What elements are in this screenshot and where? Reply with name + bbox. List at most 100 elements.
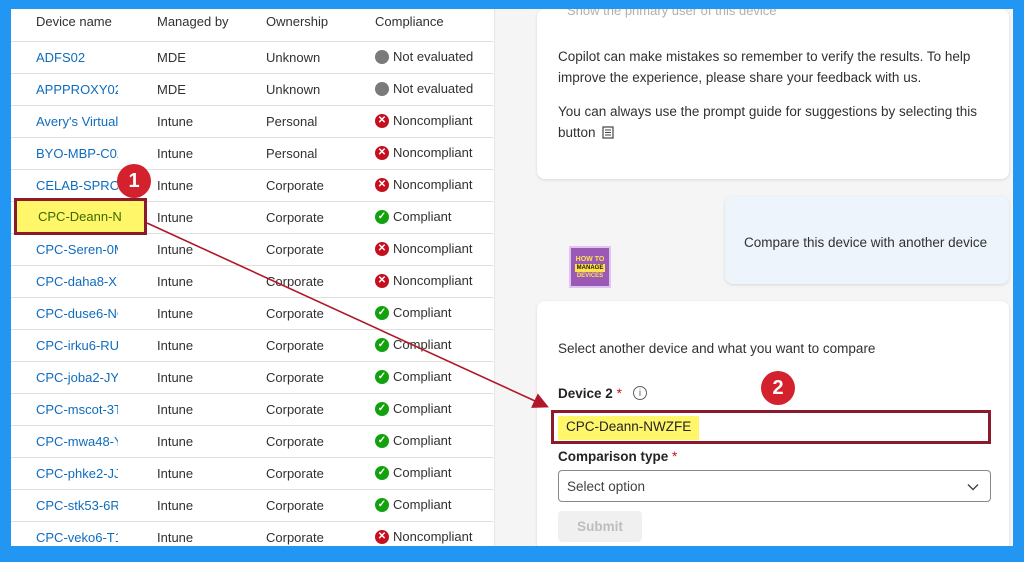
table-row[interactable]: CPC-veko6-T1 Intune Corporate ✕ Noncompliant [11, 521, 493, 546]
table-row[interactable]: CPC-daha8-XL Intune Corporate ✕ Noncompliant [11, 265, 493, 297]
managed-by-cell: Intune [157, 498, 194, 513]
gray-circle-icon [375, 49, 389, 64]
device-2-input[interactable]: CPC-Deann-NWZFE [551, 410, 991, 444]
logo-line-2: MANAGE [574, 263, 606, 272]
managed-by-cell: Intune [157, 146, 194, 161]
green-check-circle-icon: ✓ [375, 433, 389, 448]
device-name-link[interactable]: Avery's Virtual [36, 114, 118, 129]
table-row[interactable]: CPC-phke2-JJ Intune Corporate ✓ Compliant [11, 457, 493, 489]
device-name-link[interactable]: CELAB-SPROX [36, 178, 118, 193]
managed-by-cell: Intune [157, 402, 194, 417]
table-row[interactable]: CPC-mscot-3T Intune Corporate ✓ Compliant [11, 393, 493, 425]
compliance-cell: ✓ Compliant [375, 401, 493, 416]
managed-by-cell: Intune [157, 274, 194, 289]
ownership-cell: Corporate [266, 210, 324, 225]
table-row[interactable]: ADFS02 MDE Unknown Not evaluated [11, 41, 493, 73]
chevron-down-icon [967, 484, 979, 491]
table-row[interactable]: Avery's Virtual Intune Personal ✕ Noncomplia… [11, 105, 493, 137]
managed-by-cell: Intune [157, 114, 194, 129]
ownership-cell: Unknown [266, 50, 321, 65]
compliance-status-text: Compliant [393, 433, 452, 448]
device-name-link[interactable]: ADFS02 [36, 50, 118, 65]
device-name-link[interactable]: BYO-MBP-C02 [36, 146, 118, 161]
compliance-status-text: Noncompliant [393, 241, 473, 256]
ownership-cell: Corporate [266, 402, 324, 417]
compliance-cell: ✓ Compliant [375, 465, 493, 480]
compliance-status-text: Compliant [393, 465, 452, 480]
compliance-status-text: Compliant [393, 369, 452, 384]
compliance-status-text: Noncompliant [393, 529, 473, 544]
compliance-cell: ✕ Noncompliant [375, 177, 493, 192]
table-row[interactable]: BYO-MBP-C02 Intune Personal ✕ Noncompliant [11, 137, 493, 169]
device-name-link[interactable]: CPC-phke2-JJ [36, 466, 118, 481]
compliance-status-text: Not evaluated [393, 81, 474, 96]
compliance-cell: ✕ Noncompliant [375, 241, 493, 256]
device-name-link[interactable]: CPC-duse6-NC [36, 306, 118, 321]
logo-line-1: HOW TO [575, 255, 605, 263]
device-name-link[interactable]: CPC-mscot-3T [36, 402, 118, 417]
table-row[interactable]: CPC-irku6-RU Intune Corporate ✓ Compliant [11, 329, 493, 361]
ownership-cell: Corporate [266, 434, 324, 449]
device-name-link[interactable]: CPC-veko6-T1 [36, 530, 118, 545]
device-name-link[interactable]: CPC-mwa48-Y [36, 434, 118, 449]
compliance-cell: ✕ Noncompliant [375, 113, 493, 128]
table-row[interactable]: CELAB-SPROX Intune Corporate ✕ Noncompliant [11, 169, 493, 201]
compliance-cell: ✓ Compliant [375, 433, 493, 448]
header-device-name[interactable]: Device name [36, 14, 112, 29]
managed-by-cell: Intune [157, 242, 194, 257]
compliance-cell: Not evaluated [375, 49, 493, 64]
comparison-type-label: Comparison type * [558, 449, 677, 464]
table-row[interactable]: CPC-mwa48-Y Intune Corporate ✓ Compliant [11, 425, 493, 457]
compliance-cell: ✕ Noncompliant [375, 145, 493, 160]
table-header: Device name Managed by Ownership Complia… [11, 9, 493, 39]
device-name-link[interactable]: CPC-irku6-RU [36, 338, 118, 353]
compliance-status-text: Compliant [393, 401, 452, 416]
device-list-pane: Device name Managed by Ownership Complia… [11, 9, 493, 546]
red-x-circle-icon: ✕ [375, 177, 389, 192]
copilot-pane: Show the primary user of this device Cop… [494, 9, 1013, 546]
managed-by-cell: Intune [157, 306, 194, 321]
ownership-cell: Corporate [266, 370, 324, 385]
header-managed-by[interactable]: Managed by [157, 14, 229, 29]
table-row[interactable]: APPPROXY02 MDE Unknown Not evaluated [11, 73, 493, 105]
managed-by-cell: Intune [157, 210, 194, 225]
header-ownership[interactable]: Ownership [266, 14, 328, 29]
red-x-circle-icon: ✕ [375, 529, 389, 544]
device-name-link[interactable]: CPC-joba2-JYJ [36, 370, 118, 385]
table-row[interactable]: CPC-duse6-NC Intune Corporate ✓ Compliant [11, 297, 493, 329]
user-prompt-bubble: Compare this device with another device [725, 196, 1009, 284]
table-row[interactable]: CPC-Seren-0M Intune Corporate ✕ Noncompliant [11, 233, 493, 265]
device-name-link[interactable]: CPC-stk53-6R [36, 498, 118, 513]
submit-button[interactable]: Submit [558, 511, 642, 542]
logo-line-3: DEVICES [576, 272, 604, 279]
compliance-cell: Not evaluated [375, 81, 493, 96]
annotation-badge-1: 1 [117, 164, 151, 198]
compliance-status-text: Noncompliant [393, 113, 473, 128]
info-icon[interactable]: i [633, 386, 647, 400]
ownership-cell: Corporate [266, 274, 324, 289]
table-row[interactable]: CPC-joba2-JYJ Intune Corporate ✓ Compliant [11, 361, 493, 393]
header-compliance[interactable]: Compliance [375, 14, 444, 29]
comparison-type-select[interactable]: Select option [558, 470, 991, 502]
red-x-circle-icon: ✕ [375, 241, 389, 256]
comparison-type-placeholder: Select option [567, 479, 646, 494]
book-icon[interactable] [602, 124, 614, 145]
device-name-link[interactable]: CPC-daha8-XL [36, 274, 118, 289]
faded-suggestion-text[interactable]: Show the primary user of this device [567, 9, 777, 18]
green-check-circle-icon: ✓ [375, 209, 389, 224]
managed-by-cell: Intune [157, 178, 194, 193]
green-check-circle-icon: ✓ [375, 305, 389, 320]
device-2-label-text: Device 2 [558, 386, 613, 401]
managed-by-cell: Intune [157, 370, 194, 385]
green-check-circle-icon: ✓ [375, 401, 389, 416]
green-check-circle-icon: ✓ [375, 465, 389, 480]
device-name-link[interactable]: CPC-Seren-0M [36, 242, 118, 257]
compliance-status-text: Compliant [393, 497, 452, 512]
compliance-status-text: Compliant [393, 337, 452, 352]
highlighted-device-name[interactable]: CPC-Deann-N [14, 198, 147, 235]
ownership-cell: Personal [266, 146, 318, 161]
ownership-cell: Personal [266, 114, 318, 129]
device-name-link[interactable]: APPPROXY02 [36, 82, 118, 97]
table-row[interactable]: CPC-stk53-6R Intune Corporate ✓ Compliant [11, 489, 493, 521]
compliance-cell: ✓ Compliant [375, 209, 493, 224]
